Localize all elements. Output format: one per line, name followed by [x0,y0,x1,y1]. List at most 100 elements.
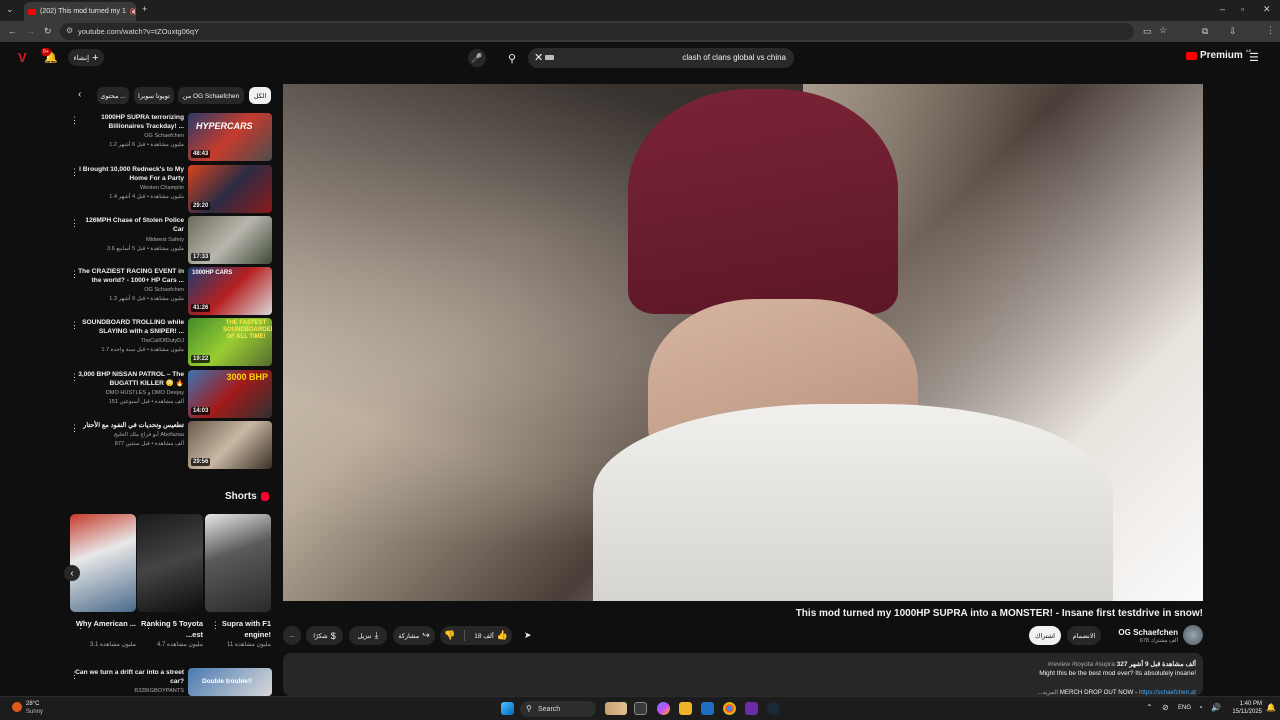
related-meta: 1.4 مليون مشاهدة • قبل 4 أشهر [109,194,184,200]
clear-search-icon[interactable]: ✕ [534,51,543,64]
downloads-icon[interactable]: ⇩ [1229,27,1237,36]
related-meta: 1.3 مليون مشاهدة • قبل 9 أشهر [109,296,184,302]
keyboard-icon[interactable] [545,55,554,60]
minimize-icon[interactable]: – [1220,5,1225,14]
wifi-icon[interactable]: ◔ [1198,703,1203,712]
like-count[interactable]: 18 ألف [474,632,494,640]
related-video-2[interactable]: ⋮ I Brought 10,000 Redneck's to My Home … [62,165,272,213]
short-3-title[interactable]: Supra with F1 engine! [205,618,271,640]
notifications-bell-icon[interactable]: 🔔 9+ [41,48,58,64]
window-close-icon[interactable]: ✕ [1263,5,1271,14]
app-icon[interactable] [745,702,758,715]
start-windows-icon[interactable] [501,702,514,715]
related-thumbnail: 3000 BHP 14:03 [188,370,272,418]
chip-toyota[interactable]: تويوتا سوبرا [134,87,174,104]
thumbnail-text: Double trouble!! [202,678,253,685]
tray-network-off-icon[interactable]: ⊘ [1162,703,1169,712]
video-player[interactable] [283,84,1203,601]
browser-menu-icon[interactable]: ⋮ [1266,26,1275,35]
language-indicator[interactable]: ENG [1178,705,1191,711]
weather-sun-icon [12,702,22,712]
subscribe-button[interactable]: اشتراك [1029,626,1061,645]
related-video-7[interactable]: ⋮ تطعيس وتحديات في النفود مع الأحتار أبو… [62,421,272,469]
related-channel: DMO HUSTLES و DMO Deejay [105,390,184,396]
steam-icon[interactable] [767,702,780,715]
tray-overflow-icon[interactable]: ⌃ [1146,703,1153,712]
thanks-button[interactable]: شكرًا $ [306,626,343,645]
description-box[interactable]: #review #toyota #supra 327 ألف مشاهدة قب… [283,653,1203,696]
clock-time: 1:40 PM [1239,701,1262,707]
volume-icon[interactable]: 🔊 [1211,703,1221,712]
widgets-icon[interactable] [605,702,627,715]
tab-search-icon[interactable]: ⌄ [6,5,14,14]
new-tab-icon[interactable]: + [142,5,147,14]
share-button[interactable]: مشاركة ↪ [393,626,435,645]
join-button[interactable]: الانضمام [1067,626,1101,645]
related-video-6[interactable]: ⋮ 3,000 BHP NISSAN PATROL – The BUGATTI … [62,370,272,418]
short-1-title[interactable]: Why American ... [70,618,136,629]
search-input[interactable]: ✕ clash of clans global vs china [528,48,794,68]
chips-prev-icon[interactable]: ‹ [78,89,81,100]
chip-from-channel[interactable]: من OG Schaefchen [178,87,244,104]
channel-name[interactable]: OG Schaefchen [1100,628,1178,637]
store-icon[interactable] [701,702,714,715]
related-channel: TheCallOfDutyDJ [140,338,184,344]
related-video-4[interactable]: ⋮ The CRAZIEST RACING EVENT in the world… [62,267,272,315]
download-button[interactable]: تنزيل ⤓ [349,626,387,645]
related-title: تطعيس وتحديات في النفود مع الأحتار [83,422,184,429]
weather-temp: 28°C [26,701,40,707]
description-tags[interactable]: #review #toyota #supra [1048,661,1115,668]
channel-avatar[interactable] [1183,625,1203,645]
extensions-puzzle-icon[interactable]: ⧉ [1202,27,1208,36]
dislike-icon[interactable]: 👎 [444,630,455,641]
thanks-icon: $ [330,630,336,641]
weather-widget[interactable]: 28°C Sunny [12,700,43,716]
search-button[interactable]: ⚲ [500,48,524,68]
mute-icon[interactable]: 🔇 [130,8,136,16]
url-field[interactable]: ⚙ youtube.com/watch?v=tZOuxtg06qY [60,23,1134,40]
short-2-thumbnail[interactable] [137,514,203,612]
site-info-icon[interactable]: ⚙ [66,26,73,35]
plus-icon: + [92,51,99,64]
youtube-premium-logo[interactable]: Premium AE [1186,48,1251,61]
chrome-icon[interactable] [723,702,736,715]
duration-badge: 48:43 [191,150,211,158]
guide-menu-icon[interactable]: ☰ [1249,51,1259,64]
address-bar-row: ← → ↻ ⚙ youtube.com/watch?v=tZOuxtg06qY … [0,21,1280,58]
related-meta: 151 ألف مشاهدة • قبل أسبوعين [108,399,184,405]
thumbnail-text: THE FASTEST SOUNDBOARDER OF ALL TIME! [223,320,272,340]
maximize-icon[interactable]: ▫ [1241,5,1244,14]
taskbar-clock[interactable]: 1:40 PM 15/11/2025 [1228,700,1262,716]
short-3-thumbnail[interactable] [205,514,271,612]
related-channel: أبو فزاع ملك الخليج Abofazaa [113,432,184,438]
related-video-5[interactable]: ⋮ SOUNDBOARD TROLLING while SLAYING with… [62,318,272,366]
description-stats: #review #toyota #supra 327 ألف مشاهدة قب… [1048,660,1196,668]
task-view-icon[interactable] [634,702,647,715]
notification-center-icon[interactable]: 🔔 [1266,703,1276,712]
description-merch: ...المزيد MERCH DROP OUT NOW - https://s… [1037,689,1196,696]
file-explorer-icon[interactable] [679,702,692,715]
short-1-thumbnail[interactable] [70,514,136,612]
reload-icon[interactable]: ↻ [44,27,52,36]
chip-related[interactable]: محتوى ... [97,87,129,104]
merch-link[interactable]: https://schaefchen.at [1139,689,1196,696]
browser-tab[interactable]: (202) This mod turned my 1 🔇 ✕ [24,2,136,21]
copilot-icon[interactable] [657,702,670,715]
forward-icon[interactable]: → [26,27,35,36]
create-button[interactable]: إنشاء + [68,49,104,66]
related-video-3[interactable]: ⋮ 126MPH Chase of Stolen Police Car Midw… [62,216,272,264]
related-video-1[interactable]: ⋮ 1000HP SUPRA terrorizing Billionaires … [62,113,272,161]
cast-icon[interactable]: ▭ [1143,27,1152,36]
duration-badge: 29:20 [191,202,211,210]
like-icon[interactable]: 👍 [497,630,508,641]
shorts-prev-icon[interactable]: ‹ [64,565,80,581]
taskbar-search[interactable]: ⚲ Search [520,701,596,717]
bookmark-star-icon[interactable]: ☆ [1159,26,1167,35]
description-more[interactable]: ...المزيد [1037,689,1058,696]
short-2-title[interactable]: Ranking 5 Toyota ...est [137,618,203,640]
more-actions-button[interactable]: ... [283,626,301,645]
chip-all[interactable]: الكل [249,87,271,104]
back-icon[interactable]: ← [8,27,17,36]
related-thumbnail: HYPERCARS 48:43 [188,113,272,161]
voice-search-icon[interactable]: 🎤 [468,49,486,67]
